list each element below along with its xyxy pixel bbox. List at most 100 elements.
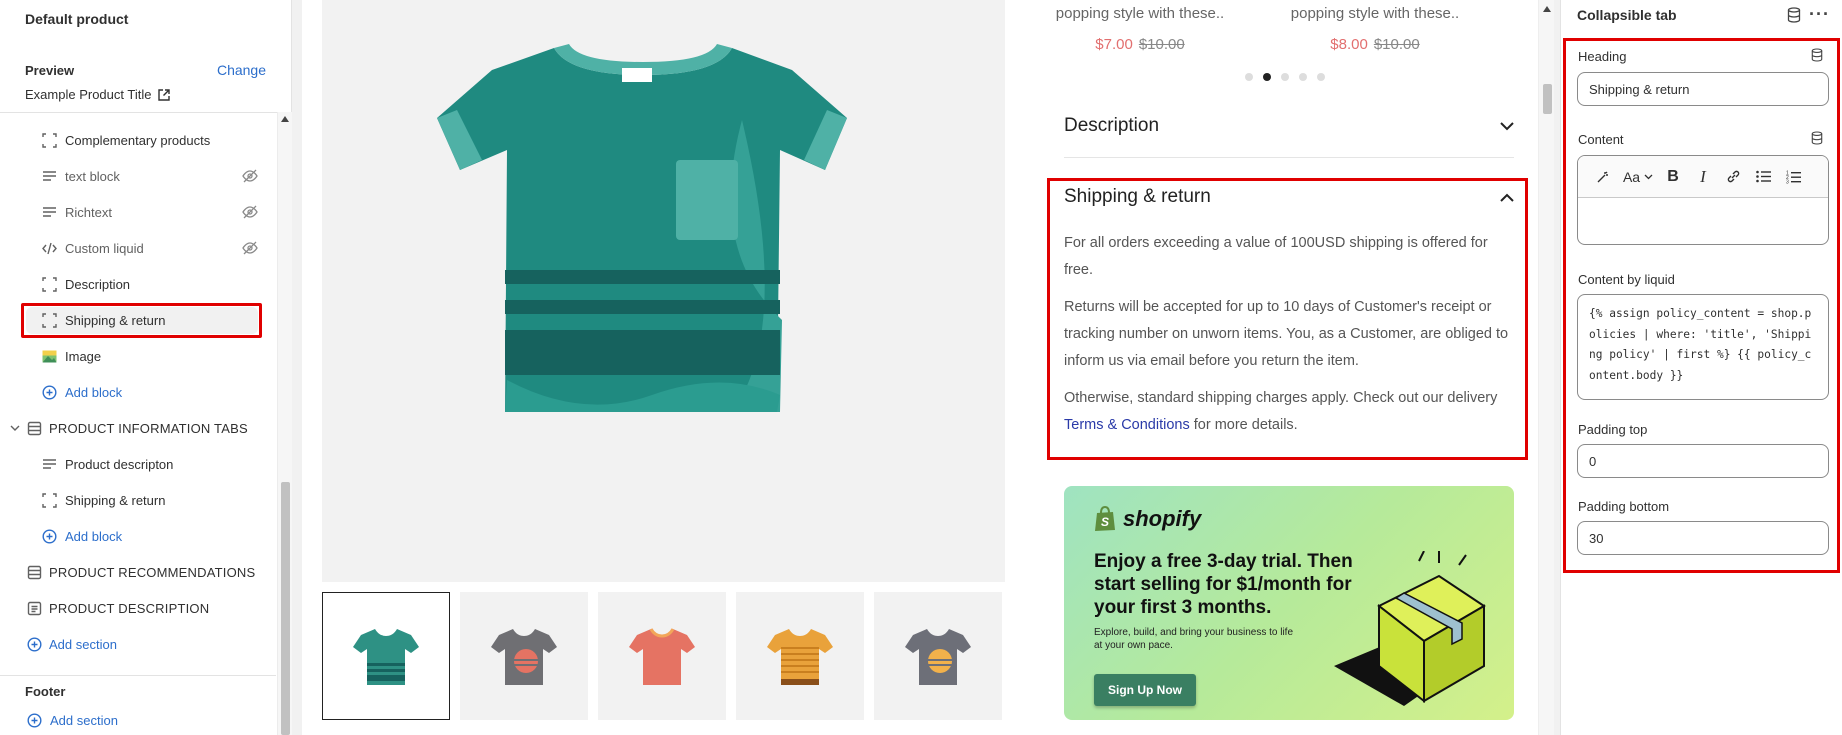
eye-hidden-icon[interactable] — [242, 169, 258, 183]
padding-bottom-input[interactable]: 30 — [1577, 521, 1829, 555]
block-richtext[interactable]: Richtext — [0, 194, 276, 230]
plus-circle-icon — [27, 713, 42, 728]
more-options-icon[interactable]: ··· — [1809, 4, 1830, 25]
block-text-block[interactable]: text block — [0, 158, 276, 194]
block-shipping-return-tab[interactable]: Shipping & return — [0, 482, 276, 518]
block-dashed-icon — [42, 313, 57, 328]
heading-label: Heading — [1578, 49, 1627, 64]
block-label: text block — [65, 168, 120, 184]
add-block-button[interactable]: Add block — [0, 518, 276, 554]
block-label: Image — [65, 348, 102, 364]
liquid-code-textarea[interactable]: {% assign policy_content = shop.policies… — [1577, 294, 1829, 400]
section-product-recommendations[interactable]: PRODUCT RECOMMENDATIONS — [0, 554, 276, 590]
scroll-up-arrow-icon[interactable] — [1543, 6, 1551, 12]
theme-editor: Default product Preview Change Example P… — [0, 0, 1842, 735]
add-block-button[interactable]: Add block — [0, 374, 276, 410]
tshirt-thumb-icon — [905, 629, 971, 685]
preview-scrollbar[interactable] — [1538, 0, 1554, 735]
italic-icon[interactable]: I — [1688, 164, 1718, 190]
block-product-description-tab[interactable]: Product descripton — [0, 446, 276, 482]
heading-input[interactable]: Shipping & return — [1577, 72, 1829, 106]
scrollbar-thumb[interactable] — [281, 482, 290, 735]
scroll-up-arrow-icon[interactable] — [281, 116, 289, 122]
accordion-description[interactable]: Description — [1064, 115, 1514, 158]
thumbnail[interactable] — [736, 592, 864, 720]
shopify-logo: S shopify — [1093, 506, 1201, 532]
block-dashed-icon — [42, 133, 57, 148]
change-preview-link[interactable]: Change — [217, 62, 266, 78]
thumbnail[interactable] — [874, 592, 1002, 720]
highlight-box-shipping — [1047, 178, 1528, 460]
section-label: PRODUCT DESCRIPTION — [49, 600, 210, 616]
footer-add-section-button[interactable]: Add section — [27, 713, 118, 728]
padding-top-input[interactable]: 0 — [1577, 444, 1829, 478]
product-main-image[interactable] — [322, 0, 1005, 582]
divider — [1064, 157, 1514, 158]
chevron-down-icon — [1644, 174, 1653, 179]
document-icon — [27, 601, 42, 616]
template-title: Default product — [25, 11, 129, 27]
tshirt-thumb-icon — [629, 628, 695, 685]
sidebar: Default product Preview Change Example P… — [0, 0, 292, 735]
thumbnail[interactable] — [460, 592, 588, 720]
magic-wand-icon[interactable] — [1588, 164, 1618, 190]
plus-circle-icon — [42, 529, 57, 544]
carousel-dots — [1245, 73, 1325, 81]
eye-hidden-icon[interactable] — [242, 205, 258, 219]
related-product[interactable]: popping style with these.. $7.00 $10.00 — [1040, 5, 1240, 53]
panel-title: Collapsible tab — [1577, 7, 1677, 23]
thumbnail[interactable] — [598, 592, 726, 720]
carousel-dot[interactable] — [1317, 73, 1325, 81]
block-shipping-return[interactable]: Shipping & return — [0, 302, 276, 338]
section-product-description[interactable]: PRODUCT DESCRIPTION — [0, 590, 276, 626]
thumbnail[interactable] — [322, 592, 450, 720]
eye-hidden-icon[interactable] — [242, 241, 258, 255]
related-product-name: popping style with these.. — [1055, 5, 1225, 22]
tshirt-image — [437, 44, 847, 412]
tshirt-thumb-icon — [767, 629, 833, 685]
section-tree: Complementary products text block Richte… — [0, 122, 276, 662]
shopify-bag-icon: S — [1095, 506, 1115, 531]
numbered-list-icon[interactable]: 123 — [1778, 164, 1808, 190]
sign-up-button[interactable]: Sign Up Now — [1094, 674, 1196, 706]
chevron-down-icon[interactable] — [10, 423, 20, 433]
ad-subtext: Explore, build, and bring your business … — [1094, 627, 1294, 651]
related-product[interactable]: popping style with these.. $8.00 $10.00 — [1275, 5, 1475, 53]
text-lines-icon — [43, 459, 56, 469]
database-icon[interactable] — [1811, 131, 1823, 145]
sale-price: $8.00 — [1330, 36, 1368, 53]
section-label: PRODUCT INFORMATION TABS — [49, 420, 248, 436]
preview-canvas: popping style with these.. $7.00 $10.00 p… — [302, 0, 1554, 735]
carousel-dot[interactable] — [1245, 73, 1253, 81]
bullet-list-icon[interactable] — [1748, 164, 1778, 190]
sale-price: $7.00 — [1095, 36, 1133, 53]
block-complementary-products[interactable]: Complementary products — [0, 122, 276, 158]
block-image[interactable]: Image — [0, 338, 276, 374]
database-icon[interactable] — [1787, 7, 1801, 23]
section-icon — [27, 421, 42, 436]
text-style-dropdown[interactable]: Aa — [1618, 164, 1658, 190]
section-product-information-tabs[interactable]: PRODUCT INFORMATION TABS — [0, 410, 276, 446]
carousel-dot-active[interactable] — [1263, 73, 1271, 81]
carousel-dot[interactable] — [1299, 73, 1307, 81]
link-icon[interactable] — [1718, 164, 1748, 190]
content-by-liquid-label: Content by liquid — [1578, 272, 1675, 287]
rich-text-editor[interactable]: Aa B I 123 — [1577, 155, 1829, 245]
rte-toolbar: Aa B I 123 — [1578, 156, 1828, 198]
external-link-icon[interactable] — [158, 88, 171, 101]
scrollbar-thumb[interactable] — [1543, 84, 1552, 114]
shopify-ad-banner[interactable]: S shopify Enjoy a free 3-day trial. Then… — [1064, 486, 1514, 720]
database-icon[interactable] — [1811, 48, 1823, 62]
block-description[interactable]: Description — [0, 266, 276, 302]
related-product-name: popping style with these.. — [1290, 5, 1460, 22]
block-settings-panel: Collapsible tab ··· Heading Shipping & r… — [1560, 0, 1842, 735]
carousel-dot[interactable] — [1281, 73, 1289, 81]
text-lines-icon — [43, 171, 56, 181]
divider — [0, 675, 276, 676]
bold-icon[interactable]: B — [1658, 164, 1688, 190]
add-section-button[interactable]: Add section — [0, 626, 276, 662]
block-custom-liquid[interactable]: Custom liquid — [0, 230, 276, 266]
section-label: PRODUCT RECOMMENDATIONS — [49, 564, 256, 580]
sidebar-scrollbar[interactable] — [277, 112, 292, 735]
chevron-down-icon[interactable] — [1500, 121, 1514, 131]
